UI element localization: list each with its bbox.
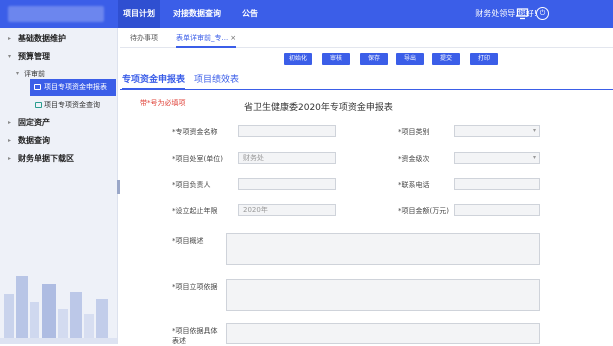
project-type-label: *项目类别: [398, 128, 430, 136]
leader-label: *项目负责人: [172, 181, 211, 189]
chevron-down-icon: ▾: [532, 127, 536, 134]
sidebar-item-basic-data[interactable]: ▸ 基础数据维护: [0, 30, 117, 48]
sidebar-item-fund-application[interactable]: 项目专项资金申报表: [30, 79, 116, 96]
leader-input[interactable]: [238, 178, 336, 190]
save-button[interactable]: 保存: [360, 53, 388, 65]
detail-textarea[interactable]: [226, 323, 540, 344]
sidebar-item-fund-query[interactable]: 项目专项资金查询: [0, 97, 117, 114]
nav-announcement[interactable]: 公告: [236, 0, 264, 28]
basis-label: *项目立项依据: [172, 283, 218, 291]
power-icon[interactable]: ⏻: [536, 7, 549, 20]
sidebar-item-data-query[interactable]: ▸ 数据查询: [0, 132, 117, 150]
sidebar-item-label: 基础数据维护: [18, 34, 66, 43]
overview-textarea[interactable]: [226, 233, 540, 265]
form-icon: [34, 84, 41, 90]
years-input[interactable]: 2020年: [238, 204, 336, 216]
dept-label: *项目处室(单位): [172, 155, 223, 163]
form-toolbar: 初始化 审核 保存 导出 提交 打印: [120, 50, 613, 68]
city-skyline-illustration: [0, 276, 117, 344]
fund-level-label: *资金级次: [398, 155, 430, 163]
sidebar-item-label: 预算管理: [18, 52, 50, 61]
project-type-select[interactable]: ▾: [454, 125, 540, 137]
monitor-icon[interactable]: [516, 7, 529, 20]
fund-level-select[interactable]: ▾: [454, 152, 540, 164]
phone-input[interactable]: [454, 178, 540, 190]
basis-textarea[interactable]: [226, 279, 540, 311]
sidebar-item-fixed-assets[interactable]: ▸ 固定资产: [0, 114, 117, 132]
subtab-fund-application[interactable]: 专项资金申报表: [122, 72, 186, 90]
sidebar-item-label: 固定资产: [18, 118, 50, 127]
chevron-down-icon: ▾: [532, 154, 536, 161]
amount-label: *项目金额(万元): [398, 207, 449, 215]
detail-label: *项目依据具体表述: [172, 327, 218, 345]
app-logo: [8, 6, 104, 22]
chevron-down-icon: ▾: [8, 53, 12, 60]
subtab-performance[interactable]: 项目绩效表: [194, 72, 239, 90]
close-icon[interactable]: ×: [230, 34, 236, 42]
sidebar-item-label: 评审前: [24, 70, 45, 78]
phone-label: *联系电话: [398, 181, 430, 189]
review-button[interactable]: 审核: [322, 53, 350, 65]
sidebar-item-budget[interactable]: ▾ 预算管理: [0, 48, 117, 66]
years-label: *设立起止年限: [172, 207, 218, 215]
sidebar: ▸ 基础数据维护 ▾ 预算管理 ▾ 评审前 项目专项资金申报表 项目专项资金查询 ▸ 固…: [0, 28, 118, 344]
sidebar-item-label: 项目专项资金申报表: [44, 83, 107, 91]
tab-form-label: 表单详审前_专...: [176, 34, 229, 42]
print-button[interactable]: 打印: [470, 53, 498, 65]
dept-input[interactable]: 财务处: [238, 152, 336, 164]
sidebar-item-label: 项目专项资金查询: [44, 101, 100, 109]
sidebar-collapse-handle[interactable]: [117, 180, 120, 194]
form-icon: [35, 102, 42, 108]
chevron-right-icon: ▸: [8, 155, 12, 162]
init-button[interactable]: 初始化: [284, 53, 312, 65]
sidebar-item-label: 财务单据下载区: [18, 154, 74, 163]
form-title: 省卫生健康委2020年专项资金申报表: [244, 103, 393, 113]
nav-data-query[interactable]: 对接数据查询: [168, 0, 226, 28]
amount-input[interactable]: [454, 204, 540, 216]
export-button[interactable]: 导出: [396, 53, 424, 65]
chevron-right-icon: ▸: [8, 119, 12, 126]
submit-button[interactable]: 提交: [432, 53, 460, 65]
tab-todo[interactable]: 待办事项: [130, 28, 158, 48]
chevron-down-icon: ▾: [16, 70, 20, 77]
nav-project-plan[interactable]: 项目计划: [118, 0, 160, 28]
chevron-right-icon: ▸: [8, 137, 12, 144]
chevron-right-icon: ▸: [8, 35, 12, 42]
required-note: 带*号为必填项: [140, 99, 186, 107]
top-bar: 项目计划 对接数据查询 公告 财务处领导,您好! ⏻: [0, 0, 613, 28]
tab-form[interactable]: 表单详审前_专... ×: [176, 28, 237, 48]
sidebar-item-downloads[interactable]: ▸ 财务单据下载区: [0, 150, 117, 168]
page-tabs: 待办事项 表单详审前_专... ×: [120, 28, 613, 48]
fund-name-input[interactable]: [238, 125, 336, 137]
fund-name-label: *专项资金名称: [172, 128, 218, 136]
sidebar-item-label: 数据查询: [18, 136, 50, 145]
overview-label: *项目概述: [172, 237, 204, 245]
form-subtabs: 专项资金申报表 项目绩效表: [120, 70, 613, 90]
